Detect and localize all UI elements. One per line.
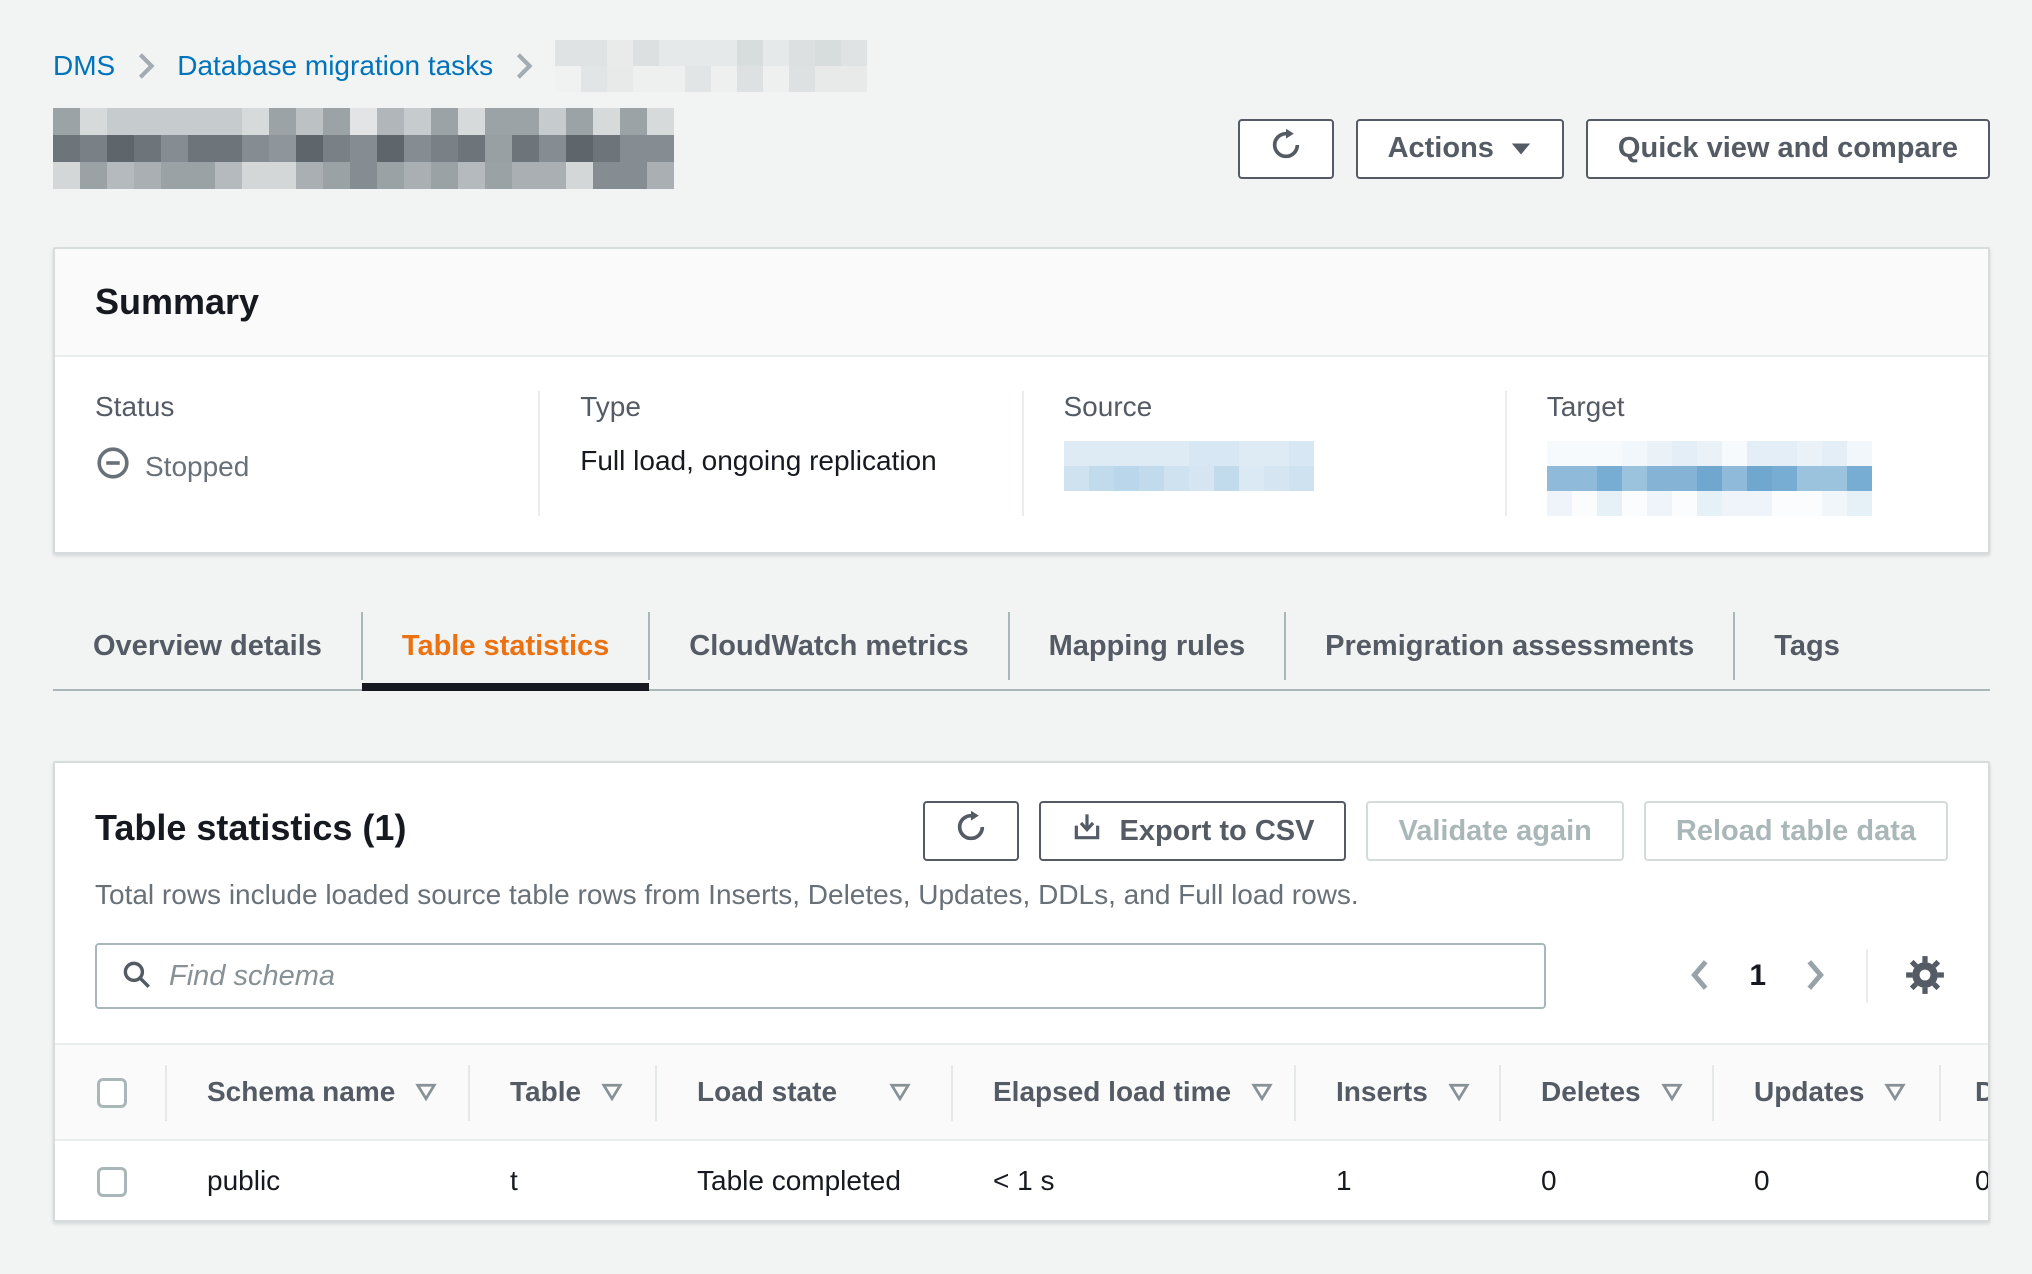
chevron-left-icon: [1687, 958, 1713, 995]
summary-field-status: Status Stopped: [55, 391, 538, 516]
table-statistics-actions: Export to CSV Validate again Reload tabl…: [923, 801, 1948, 861]
table-statistics-panel-top: Table statistics (1) Export to CSV Valid…: [55, 763, 1988, 1009]
stopped-status-icon: [95, 445, 131, 488]
table-statistics-table-wrap: Schema name Table Load state Elapsed loa…: [55, 1043, 1988, 1220]
current-page-number[interactable]: 1: [1743, 959, 1772, 993]
select-all-header-cell: [55, 1044, 165, 1140]
refresh-icon: [954, 810, 988, 852]
sort-icon[interactable]: [1448, 1083, 1470, 1101]
column-header-load-state[interactable]: Load state: [655, 1044, 951, 1140]
cell-updates: 0: [1712, 1140, 1939, 1220]
export-to-csv-label: Export to CSV: [1119, 815, 1314, 848]
column-header-updates[interactable]: Updates: [1712, 1044, 1939, 1140]
table-statistics-panel: Table statistics (1) Export to CSV Valid…: [53, 761, 1990, 1222]
chevron-right-icon: [1802, 958, 1828, 995]
summary-title: Summary: [95, 281, 1948, 323]
column-header-elapsed-load-time[interactable]: Elapsed load time: [951, 1044, 1294, 1140]
sort-icon[interactable]: [889, 1083, 911, 1101]
quick-view-compare-button[interactable]: Quick view and compare: [1586, 119, 1990, 179]
type-value: Full load, ongoing replication: [580, 445, 981, 477]
next-page-button[interactable]: [1798, 954, 1832, 999]
cell-elapsed-load-time: < 1 s: [951, 1140, 1294, 1220]
sort-icon[interactable]: [1884, 1083, 1906, 1101]
table-statistics-description: Total rows include loaded source table r…: [95, 879, 1948, 911]
cell-table: t: [468, 1140, 655, 1220]
breadcrumb-separator-icon: [513, 51, 535, 81]
breadcrumb-separator-icon: [135, 51, 157, 81]
target-value-redacted[interactable]: [1547, 441, 1948, 516]
sort-icon[interactable]: [1251, 1083, 1273, 1101]
search-icon: [119, 957, 153, 996]
column-header-ddls[interactable]: DDLs: [1939, 1044, 1990, 1140]
previous-page-button[interactable]: [1683, 954, 1717, 999]
row-checkbox[interactable]: [97, 1167, 127, 1197]
tab-table-statistics[interactable]: Table statistics: [362, 610, 649, 689]
actions-menu-label: Actions: [1388, 132, 1494, 165]
target-label: Target: [1547, 391, 1948, 423]
cell-schema-name: public: [165, 1140, 468, 1220]
download-icon: [1071, 811, 1103, 851]
table-toolbar: 1: [95, 943, 1948, 1009]
refresh-icon: [1269, 128, 1303, 170]
table-preferences-button[interactable]: [1902, 952, 1948, 1001]
sort-icon[interactable]: [415, 1083, 437, 1101]
summary-field-source: Source: [1022, 391, 1505, 516]
page-header: Actions Quick view and compare: [53, 108, 1990, 189]
cell-load-state: Table completed: [655, 1140, 951, 1220]
actions-menu-button[interactable]: Actions: [1356, 119, 1564, 179]
source-label: Source: [1064, 391, 1465, 423]
status-text: Stopped: [145, 451, 249, 483]
validate-again-button[interactable]: Validate again: [1366, 801, 1623, 861]
select-all-checkbox[interactable]: [97, 1078, 127, 1108]
schema-search-box: [95, 943, 1546, 1009]
dms-task-page: DMS Database migration tasks Actions: [0, 0, 2032, 1222]
sort-icon[interactable]: [601, 1083, 623, 1101]
table-row: public t Table completed < 1 s 1 0 0 0: [55, 1140, 1990, 1220]
header-actions: Actions Quick view and compare: [1238, 119, 1990, 179]
tab-tags[interactable]: Tags: [1734, 610, 1880, 689]
summary-card: Summary Status Stopped Type Full load, o…: [53, 247, 1990, 554]
cell-deletes: 0: [1499, 1140, 1712, 1220]
breadcrumb-link-migration-tasks[interactable]: Database migration tasks: [177, 50, 493, 82]
status-label: Status: [95, 391, 498, 423]
gear-icon: [1904, 954, 1946, 999]
tab-cloudwatch-metrics[interactable]: CloudWatch metrics: [649, 610, 1008, 689]
column-header-table[interactable]: Table: [468, 1044, 655, 1140]
column-header-deletes[interactable]: Deletes: [1499, 1044, 1712, 1140]
table-statistics-table: Schema name Table Load state Elapsed loa…: [55, 1043, 1990, 1220]
export-to-csv-button[interactable]: Export to CSV: [1039, 801, 1346, 861]
refresh-button[interactable]: [1238, 119, 1334, 179]
breadcrumb: DMS Database migration tasks: [53, 40, 1990, 92]
table-statistics-title: Table statistics (1): [95, 801, 406, 849]
column-header-schema-name[interactable]: Schema name: [165, 1044, 468, 1140]
tab-bar: Overview details Table statistics CloudW…: [53, 610, 1990, 691]
type-label: Type: [580, 391, 981, 423]
tab-premigration-assessments[interactable]: Premigration assessments: [1285, 610, 1734, 689]
status-value: Stopped: [95, 445, 498, 488]
column-header-inserts[interactable]: Inserts: [1294, 1044, 1499, 1140]
tab-overview-details[interactable]: Overview details: [53, 610, 362, 689]
reload-table-data-button[interactable]: Reload table data: [1644, 801, 1948, 861]
breadcrumb-current-redacted: [555, 40, 867, 92]
summary-field-type: Type Full load, ongoing replication: [538, 391, 1021, 516]
summary-grid: Status Stopped Type Full load, ongoing r…: [55, 357, 1988, 552]
row-select-cell: [55, 1140, 165, 1220]
page-title-redacted: [53, 108, 674, 189]
summary-field-target: Target: [1505, 391, 1988, 516]
chevron-down-icon: [1510, 141, 1532, 157]
pagination-divider: [1866, 949, 1868, 1003]
pagination: 1: [1683, 949, 1948, 1003]
table-header-row: Schema name Table Load state Elapsed loa…: [55, 1044, 1990, 1140]
summary-card-header: Summary: [55, 249, 1988, 357]
sort-icon[interactable]: [1661, 1083, 1683, 1101]
schema-search-input[interactable]: [169, 960, 1522, 993]
table-refresh-button[interactable]: [923, 801, 1019, 861]
cell-ddls: 0: [1939, 1140, 1990, 1220]
breadcrumb-link-dms[interactable]: DMS: [53, 50, 115, 82]
cell-inserts: 1: [1294, 1140, 1499, 1220]
tab-mapping-rules[interactable]: Mapping rules: [1009, 610, 1286, 689]
source-value-redacted[interactable]: [1064, 441, 1465, 491]
